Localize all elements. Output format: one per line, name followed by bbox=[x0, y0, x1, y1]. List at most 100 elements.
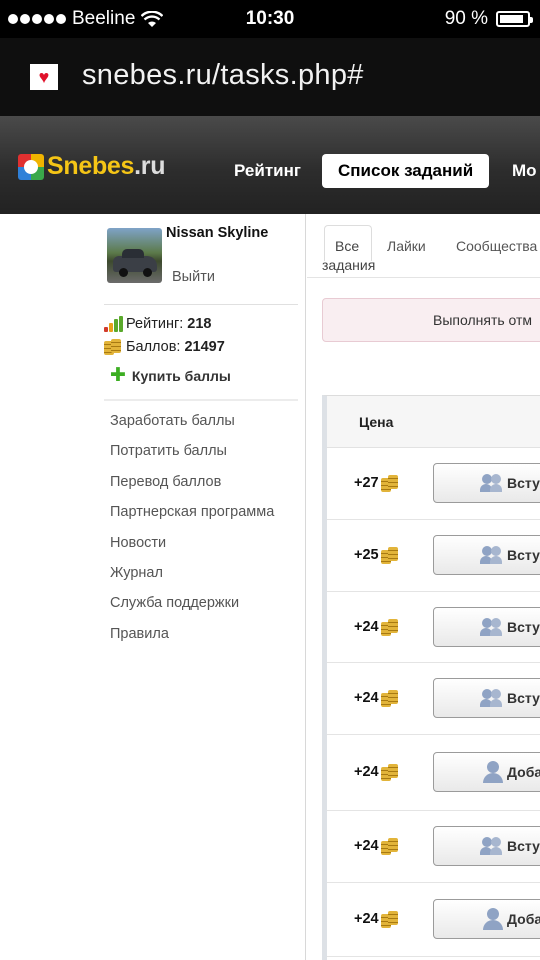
button-label: Вступ bbox=[507, 547, 540, 563]
rating-bars-icon bbox=[104, 316, 124, 332]
task-table: Цена +27Вступ+25Вступ+24Вступ+24Вступ+24… bbox=[322, 395, 540, 960]
tab-all-label[interactable]: Все bbox=[335, 238, 359, 254]
table-row: +24 Доба bbox=[327, 883, 540, 957]
site-header: Snebes.ru Рейтинг Список заданий Мо bbox=[0, 116, 540, 214]
points-value: 21497 bbox=[184, 339, 225, 355]
add-friend-button[interactable]: Доба bbox=[433, 752, 540, 792]
coins-icon bbox=[380, 547, 401, 564]
task-tabs: Все задания Лайки Сообщества bbox=[307, 214, 540, 278]
task-price-value: +24 bbox=[354, 690, 379, 706]
join-group-button[interactable]: Вступ bbox=[433, 678, 540, 718]
menu-rules[interactable]: Правила bbox=[110, 626, 274, 656]
username[interactable]: Nissan Skyline bbox=[166, 225, 268, 241]
main-content: Все задания Лайки Сообщества Выполнять о… bbox=[307, 214, 540, 960]
tab-all-label-2[interactable]: задания bbox=[322, 257, 375, 273]
task-price: +24 bbox=[354, 690, 401, 707]
nav-tasks-tab[interactable]: Список заданий bbox=[322, 154, 490, 188]
battery-icon bbox=[496, 11, 533, 27]
add-friend-button[interactable]: Доба bbox=[433, 899, 540, 939]
url-text[interactable]: snebes.ru/tasks.php# bbox=[82, 59, 364, 92]
logo-icon bbox=[18, 153, 44, 180]
table-row: +24 Вступ bbox=[327, 811, 540, 883]
rating-label: Рейтинг: bbox=[126, 316, 184, 332]
table-row: +25 Вступ bbox=[327, 520, 540, 592]
divider bbox=[104, 399, 298, 401]
user-icon bbox=[482, 761, 504, 783]
battery-info: 90 % bbox=[444, 8, 533, 30]
site-logo[interactable]: Snebes.ru bbox=[18, 152, 165, 181]
menu-transfer-points[interactable]: Перевод баллов bbox=[110, 474, 274, 504]
coins-icon bbox=[380, 475, 401, 492]
task-price-value: +27 bbox=[354, 475, 379, 491]
group-icon bbox=[480, 688, 504, 708]
plus-icon: ✚ bbox=[110, 365, 126, 386]
button-label: Вступ bbox=[507, 475, 540, 491]
buy-points-label: Купить баллы bbox=[131, 367, 231, 384]
rating-value: 218 bbox=[187, 316, 212, 332]
join-group-button[interactable]: Вступ bbox=[433, 535, 540, 575]
status-bar: Beeline 10:30 90 % bbox=[0, 0, 540, 38]
task-price-value: +25 bbox=[354, 547, 379, 563]
points-label: Баллов: bbox=[126, 339, 181, 355]
logo-text: Snebes.ru bbox=[47, 152, 165, 181]
task-price: +27 bbox=[354, 475, 401, 492]
menu-journal[interactable]: Журнал bbox=[110, 565, 274, 595]
coins-icon bbox=[104, 339, 124, 355]
alert-message: Выполнять отм bbox=[322, 298, 540, 342]
task-price: +24 bbox=[354, 911, 401, 928]
group-icon bbox=[480, 473, 504, 493]
join-group-button[interactable]: Вступ bbox=[433, 463, 540, 503]
group-icon bbox=[480, 617, 504, 637]
menu-news[interactable]: Новости bbox=[110, 535, 274, 565]
points-stat: Баллов: 21497 bbox=[104, 339, 225, 355]
tab-communities[interactable]: Сообщества bbox=[456, 238, 537, 254]
sidebar-menu: Заработать баллы Потратить баллы Перевод… bbox=[110, 413, 274, 656]
browser-url-bar[interactable]: ♥ snebes.ru/tasks.php# bbox=[0, 38, 540, 116]
group-icon bbox=[480, 545, 504, 565]
coins-icon bbox=[380, 618, 401, 636]
table-row: +27 Вступ bbox=[327, 448, 540, 520]
task-price-value: +24 bbox=[354, 911, 379, 927]
coins-icon bbox=[380, 838, 401, 855]
avatar[interactable] bbox=[107, 228, 162, 283]
menu-earn-points[interactable]: Заработать баллы bbox=[110, 413, 274, 443]
logo-suffix: .ru bbox=[134, 152, 166, 180]
table-row: +24 Доба bbox=[327, 735, 540, 811]
logout-link[interactable]: Выйти bbox=[172, 269, 215, 285]
menu-partner-program[interactable]: Партнерская программа bbox=[110, 504, 274, 534]
coins-icon bbox=[380, 764, 401, 781]
rating-stat: Рейтинг: 218 bbox=[104, 316, 211, 332]
task-price-value: +24 bbox=[354, 764, 379, 780]
task-price-value: +24 bbox=[354, 838, 379, 854]
nav-more-link[interactable]: Мо bbox=[512, 161, 537, 181]
task-price-value: +24 bbox=[354, 618, 379, 635]
table-header: Цена bbox=[327, 396, 540, 448]
button-label: Вступ bbox=[507, 690, 540, 706]
menu-spend-points[interactable]: Потратить баллы bbox=[110, 443, 274, 473]
coins-icon bbox=[380, 911, 401, 928]
menu-support[interactable]: Служба поддержки bbox=[110, 595, 274, 625]
button-label: Доба bbox=[507, 764, 540, 780]
battery-percent: 90 % bbox=[444, 8, 488, 29]
task-price: +24 bbox=[354, 838, 401, 855]
user-icon bbox=[482, 908, 504, 930]
nav-rating-link[interactable]: Рейтинг bbox=[234, 161, 301, 181]
task-price: +25 bbox=[354, 547, 401, 564]
price-column-header: Цена bbox=[359, 414, 394, 430]
table-row: +24 Вступ bbox=[327, 663, 540, 735]
tab-likes[interactable]: Лайки bbox=[387, 238, 426, 254]
button-label: Вступ bbox=[507, 838, 540, 854]
join-group-button[interactable]: Вступ bbox=[433, 606, 540, 647]
task-price: +24 bbox=[354, 618, 401, 636]
join-group-button[interactable]: Вступ bbox=[433, 826, 540, 866]
logo-main: Snebes bbox=[47, 152, 135, 180]
table-row: +24 Вступ bbox=[327, 592, 540, 663]
group-icon bbox=[480, 836, 504, 856]
coins-icon bbox=[380, 690, 401, 707]
heart-favicon-icon: ♥ bbox=[30, 64, 58, 90]
task-price: +24 bbox=[354, 764, 401, 781]
sidebar: Nissan Skyline Выйти Рейтинг: 218 Баллов… bbox=[0, 214, 306, 960]
button-label: Доба bbox=[507, 911, 540, 927]
buy-points-link[interactable]: ✚ Купить баллы bbox=[110, 366, 231, 385]
divider bbox=[104, 304, 298, 305]
